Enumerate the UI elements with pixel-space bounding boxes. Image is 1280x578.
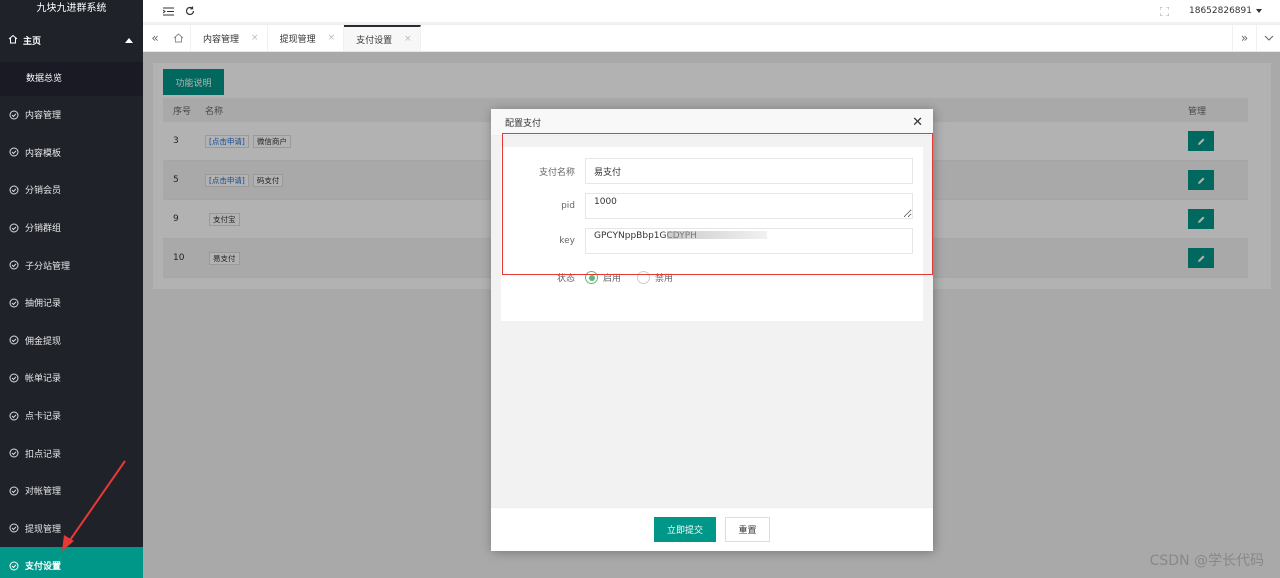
shield-check-icon <box>9 110 19 120</box>
pid-label: pid <box>561 201 575 211</box>
dialog-footer: 立即提交 重置 <box>491 507 933 551</box>
tab-payment-settings[interactable]: 支付设置 × <box>344 25 421 51</box>
key-input[interactable]: GPCYNppBbp1GCDYPH <box>585 228 913 254</box>
sidebar-item-label: 扣点记录 <box>25 449 62 460</box>
caret-up-icon <box>125 37 133 43</box>
close-icon[interactable]: × <box>251 33 259 43</box>
sidebar-item-label: 内容管理 <box>25 111 62 122</box>
shield-check-icon <box>9 411 19 421</box>
refresh-icon[interactable] <box>179 0 201 22</box>
sidebar-item-card-records[interactable]: 点卡记录 <box>0 397 143 435</box>
sidebar-item-home[interactable]: 主页 <box>0 18 143 62</box>
tab-withdraw-manage[interactable]: 提现管理 × <box>268 25 345 51</box>
sidebar-item-bills[interactable]: 帐单记录 <box>0 359 143 397</box>
home-icon <box>8 34 18 47</box>
form-row-status: 状态 启用 禁用 <box>501 271 923 284</box>
fullscreen-icon[interactable] <box>1153 0 1175 22</box>
radio-disable[interactable]: 禁用 <box>637 271 673 284</box>
menu-toggle-icon[interactable] <box>157 0 179 22</box>
tabs-scroll-right-icon[interactable]: » <box>1232 25 1256 51</box>
sidebar-item-substations[interactable]: 子分站管理 <box>0 246 143 284</box>
sidebar-item-template[interactable]: 内容模板 <box>0 134 143 172</box>
sidebar-item-label: 主页 <box>23 36 42 47</box>
shield-check-icon <box>9 373 19 383</box>
reset-button[interactable]: 重置 <box>725 517 770 542</box>
radio-label: 禁用 <box>655 274 674 284</box>
form-row-key: key GPCYNppBbp1GCDYPH <box>501 228 923 254</box>
status-label: 状态 <box>556 274 575 284</box>
sidebar-item-deduct-records[interactable]: 扣点记录 <box>0 434 143 472</box>
user-menu[interactable]: 18652826891 <box>1189 6 1262 16</box>
redacted-blur <box>666 231 767 239</box>
shield-check-icon <box>9 185 19 195</box>
shield-check-icon <box>9 448 19 458</box>
pid-input[interactable]: 1000 <box>585 193 913 219</box>
sidebar-item-content[interactable]: 内容管理 <box>0 96 143 134</box>
sidebar-item-groups[interactable]: 分销群组 <box>0 209 143 247</box>
key-label: key <box>559 236 575 246</box>
sidebar-item-label: 抽佣记录 <box>25 299 62 310</box>
sidebar-item-label: 帐单记录 <box>25 374 62 385</box>
shield-check-icon <box>9 223 19 233</box>
tabs-menu-chevron-down-icon[interactable] <box>1256 25 1280 51</box>
tab-label: 内容管理 <box>203 34 240 45</box>
radio-checked-icon <box>585 271 598 284</box>
sidebar-item-members[interactable]: 分销会员 <box>0 171 143 209</box>
tab-bar: « 内容管理 × 提现管理 × 支付设置 × » <box>143 24 1280 52</box>
username: 18652826891 <box>1189 6 1252 16</box>
payment-form: 支付名称 pid 1000 key GPCYNppBbp1GCDYPH 状态 <box>501 147 923 321</box>
watermark: CSDN @学长代码 <box>1149 553 1264 569</box>
radio-unchecked-icon <box>637 271 651 284</box>
shield-check-icon <box>9 260 19 270</box>
radio-enable[interactable]: 启用 <box>585 271 621 284</box>
config-payment-dialog: 配置支付 ✕ 支付名称 pid 1000 key GPCYNppBbp1GCDY… <box>491 109 933 551</box>
shield-check-icon <box>9 335 19 345</box>
shield-check-icon <box>9 147 19 157</box>
sidebar-item-label: 分销群组 <box>25 224 62 235</box>
payment-name-input[interactable] <box>585 158 913 184</box>
sidebar-item-label: 内容模板 <box>25 148 62 159</box>
sidebar-item-reconcile[interactable]: 对帐管理 <box>0 472 143 510</box>
sidebar-subitem-overview[interactable]: 数据总览 <box>0 62 143 96</box>
shield-check-icon <box>9 561 19 571</box>
sidebar-item-label: 点卡记录 <box>25 412 62 423</box>
radio-label: 启用 <box>603 274 622 284</box>
close-icon[interactable]: ✕ <box>912 115 923 130</box>
sidebar-item-label: 对帐管理 <box>25 487 62 498</box>
sidebar-item-label: 分销会员 <box>25 186 62 197</box>
tab-home-icon[interactable] <box>167 25 191 51</box>
shield-check-icon <box>9 298 19 308</box>
app-title: 九块九进群系统 <box>0 0 143 18</box>
dialog-body: 支付名称 pid 1000 key GPCYNppBbp1GCDYPH 状态 <box>491 136 933 507</box>
form-row-pid: pid 1000 <box>501 193 923 219</box>
payment-name-label: 支付名称 <box>538 167 575 178</box>
sidebar-item-commission-withdraw[interactable]: 佣金提现 <box>0 322 143 360</box>
sidebar-item-payment-settings[interactable]: 支付设置 <box>0 547 143 578</box>
dialog-header: 配置支付 ✕ <box>491 109 933 136</box>
sidebar-item-label: 子分站管理 <box>25 261 71 272</box>
sidebar: 九块九进群系统 主页 数据总览 内容管理 内容模板 分销会员 分销群组 子分站管… <box>0 0 143 578</box>
shield-check-icon <box>9 523 19 533</box>
tab-label: 支付设置 <box>356 35 393 46</box>
sidebar-item-label: 提现管理 <box>25 524 62 535</box>
sidebar-item-label: 支付设置 <box>25 562 62 573</box>
top-bar: 18652826891 <box>143 0 1280 22</box>
submit-button[interactable]: 立即提交 <box>654 517 716 542</box>
sidebar-item-withdraw-manage[interactable]: 提现管理 <box>0 510 143 548</box>
sidebar-item-label: 佣金提现 <box>25 336 62 347</box>
close-icon[interactable]: × <box>328 33 336 43</box>
dialog-title: 配置支付 <box>505 118 542 129</box>
form-row-name: 支付名称 <box>501 158 923 184</box>
shield-check-icon <box>9 486 19 496</box>
sidebar-item-commission-records[interactable]: 抽佣记录 <box>0 284 143 322</box>
close-icon[interactable]: × <box>404 34 412 44</box>
tab-content-manage[interactable]: 内容管理 × <box>191 25 268 51</box>
tabs-scroll-left-icon[interactable]: « <box>143 25 167 51</box>
chevron-down-icon <box>1256 9 1262 13</box>
tab-label: 提现管理 <box>279 34 316 45</box>
